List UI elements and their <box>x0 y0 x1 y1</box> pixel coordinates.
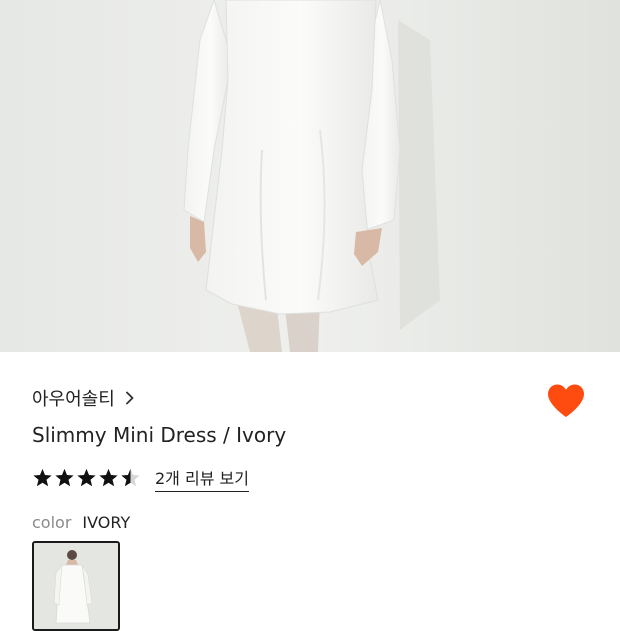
star-icon <box>54 468 75 488</box>
star-icon <box>98 468 119 488</box>
star-icon <box>76 468 97 488</box>
brand-name: 아우어솔티 <box>32 389 115 410</box>
brand-link[interactable]: 아우어솔티 <box>32 384 134 412</box>
chevron-right-icon <box>125 391 134 405</box>
rating-row: 2개 리뷰 보기 <box>32 465 249 492</box>
heart-icon[interactable] <box>546 383 586 419</box>
color-label: color <box>32 512 72 532</box>
color-swatch-ivory[interactable] <box>32 541 120 631</box>
color-value: IVORY <box>82 512 131 532</box>
star-half-icon <box>120 468 141 488</box>
star-icon <box>32 468 53 488</box>
dress-photo <box>0 0 620 352</box>
reviews-link[interactable]: 2개 리뷰 보기 <box>155 465 249 492</box>
color-row: color IVORY <box>32 511 130 533</box>
product-title: Slimmy Mini Dress / Ivory <box>32 423 287 447</box>
product-main-image <box>0 0 620 352</box>
rating-stars <box>32 468 142 488</box>
swatch-thumbnail <box>34 543 118 629</box>
